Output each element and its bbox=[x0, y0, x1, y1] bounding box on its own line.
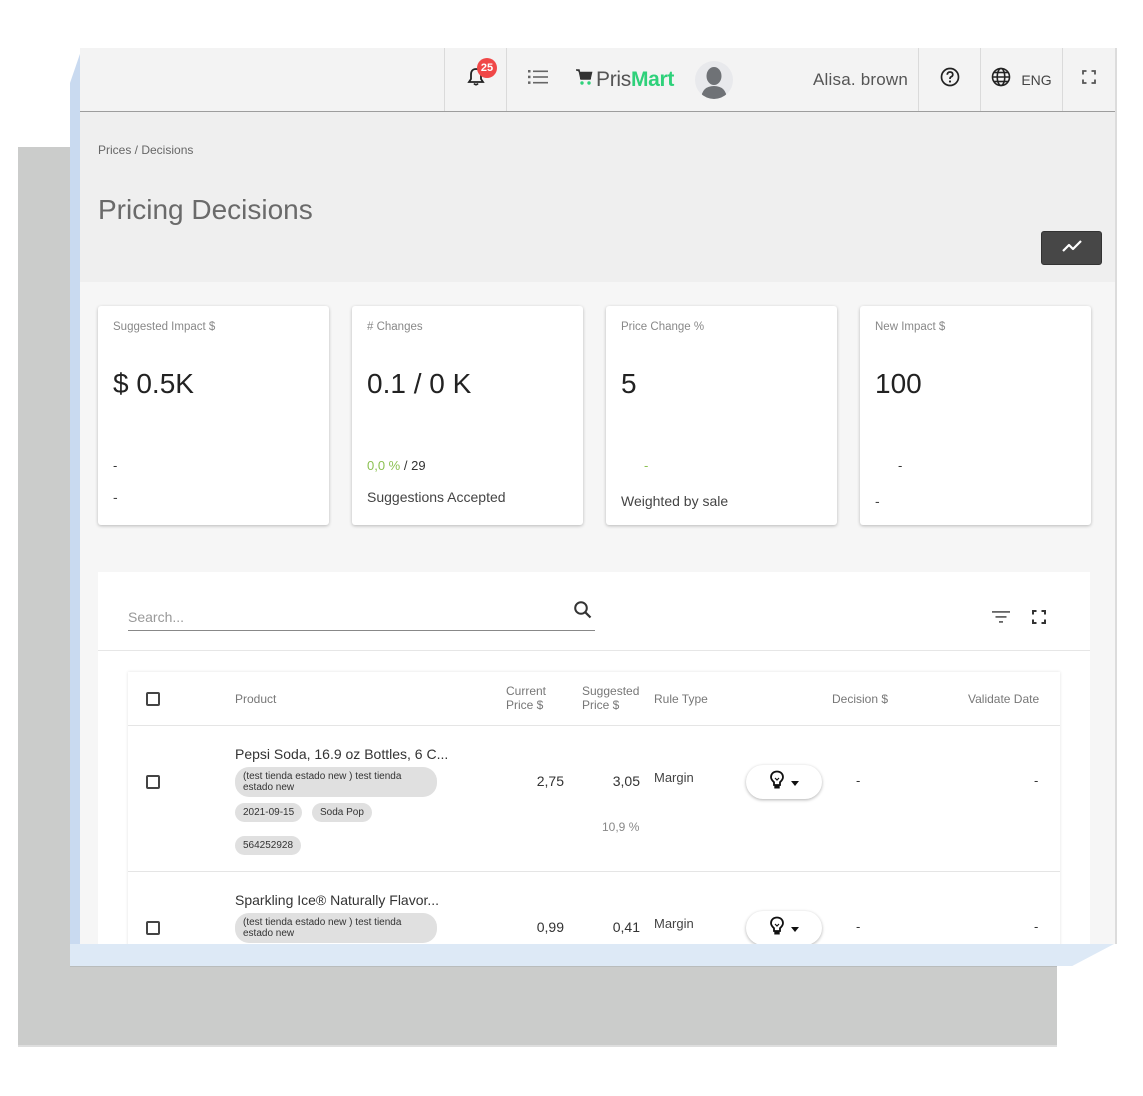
brand-name-prefix: Pris bbox=[596, 67, 631, 91]
search-input[interactable] bbox=[128, 606, 558, 628]
lightbulb-icon bbox=[769, 770, 785, 795]
kpi-card-changes: # Changes 0.1 / 0 K 0,0 % / 29 Suggestio… bbox=[352, 306, 583, 525]
suggested-price: 3,05 bbox=[612, 773, 640, 789]
store-tag: (test tienda estado new ) test tienda es… bbox=[235, 767, 437, 797]
kpi-sub: - bbox=[898, 458, 903, 473]
notifications-button[interactable]: 25 bbox=[445, 48, 507, 111]
current-price: 0,99 bbox=[536, 919, 564, 935]
product-name[interactable]: Sparkling Ice® Naturally Flavor... bbox=[235, 892, 439, 908]
user-avatar-button[interactable] bbox=[689, 48, 739, 111]
language-selector[interactable]: ENG bbox=[981, 48, 1063, 111]
kpi-card-suggested-impact: Suggested Impact $ $ 0.5K - - bbox=[98, 306, 329, 525]
trend-chart-button[interactable] bbox=[1041, 231, 1102, 265]
caret-down-icon bbox=[791, 773, 799, 791]
validate-date-value: - bbox=[1034, 919, 1039, 934]
caret-down-icon bbox=[791, 919, 799, 937]
kpi-card-new-impact: New Impact $ 100 - - bbox=[860, 306, 1091, 525]
user-menu[interactable]: Alisa. brown bbox=[739, 48, 919, 111]
fullscreen-button[interactable] bbox=[1063, 48, 1115, 111]
kpi-sub: - bbox=[113, 458, 118, 473]
kpi-sub-highlight: - bbox=[644, 458, 649, 473]
kpi-caption: Suggestions Accepted bbox=[367, 489, 506, 505]
help-button[interactable] bbox=[919, 48, 981, 111]
language-label: ENG bbox=[1021, 71, 1052, 88]
help-icon bbox=[940, 67, 960, 92]
row-checkbox[interactable] bbox=[146, 921, 160, 935]
rule-type: Margin bbox=[654, 770, 694, 785]
user-name: Alisa. brown bbox=[813, 69, 908, 89]
kpi-value: 100 bbox=[875, 368, 922, 399]
column-header-product[interactable]: Product bbox=[235, 692, 276, 706]
panel-divider bbox=[98, 650, 1090, 651]
table-header: Product Current Price $ Suggested Price $ … bbox=[128, 672, 1060, 726]
breadcrumb: Prices / Decisions bbox=[98, 143, 194, 157]
row-checkbox[interactable] bbox=[146, 775, 160, 789]
filter-icon[interactable] bbox=[991, 610, 1011, 629]
kpi-label: New Impact $ bbox=[875, 321, 946, 333]
search-field bbox=[128, 600, 595, 631]
brand-name-suffix: Mart bbox=[630, 67, 675, 91]
kpi-caption: - bbox=[875, 493, 880, 509]
decision-value: - bbox=[856, 919, 861, 934]
column-header-current-price[interactable]: Current Price $ bbox=[506, 684, 546, 712]
app-window: 25 Pris Mart Alisa. brown ENG Prices / D… bbox=[80, 48, 1117, 944]
product-name[interactable]: Pepsi Soda, 16.9 oz Bottles, 6 C... bbox=[235, 746, 448, 762]
kpi-value: 0.1 / 0 K bbox=[367, 368, 472, 399]
store-tag: (test tienda estado new ) test tienda es… bbox=[235, 913, 437, 943]
avatar bbox=[695, 60, 733, 99]
date-tag: 2021-09-15 bbox=[235, 803, 303, 822]
decisions-table-panel: Product CurrentPrice $ SuggestedPrice $ … bbox=[98, 572, 1090, 944]
select-all-checkbox[interactable] bbox=[146, 692, 160, 706]
kpi-caption: - bbox=[113, 489, 118, 505]
kpi-label: Price Change % bbox=[621, 321, 705, 333]
kpi-value: 5 bbox=[621, 368, 637, 399]
cart-icon bbox=[575, 68, 593, 92]
price-change-percent: 10,9 % bbox=[602, 820, 640, 834]
top-bar: 25 Pris Mart Alisa. brown ENG bbox=[80, 48, 1115, 112]
column-header-suggested-price[interactable]: Suggested Price $ bbox=[582, 684, 639, 712]
kpi-sub: / 29 bbox=[400, 458, 426, 473]
suggested-price: 0,41 bbox=[612, 919, 640, 935]
column-header-decision[interactable]: Decision $ bbox=[832, 692, 888, 706]
decision-value: - bbox=[856, 773, 861, 788]
notifications-badge: 25 bbox=[477, 58, 497, 78]
brand-logo[interactable]: Pris Mart bbox=[569, 48, 689, 111]
backdrop-blue-base bbox=[70, 944, 1114, 966]
kpi-value: $ 0.5K bbox=[113, 368, 194, 399]
column-header-validate-date[interactable]: Validate Date bbox=[968, 692, 1039, 706]
list-icon bbox=[528, 69, 548, 90]
validate-date-value: - bbox=[1034, 773, 1039, 788]
kpi-label: # Changes bbox=[367, 321, 423, 333]
menu-button[interactable] bbox=[507, 48, 569, 111]
kpi-sub-highlight: 0,0 % bbox=[367, 458, 401, 473]
decisions-table: Product Current Price $ Suggested Price $ … bbox=[128, 672, 1060, 944]
table-row[interactable]: Pepsi Soda, 16.9 oz Bottles, 6 C... (tes… bbox=[128, 726, 1060, 872]
table-row[interactable]: Sparkling Ice® Naturally Flavor... (test… bbox=[128, 872, 1060, 944]
expand-table-icon[interactable] bbox=[1032, 610, 1046, 629]
search-icon[interactable] bbox=[573, 600, 593, 625]
suggestion-action-button[interactable] bbox=[746, 765, 822, 799]
current-price: 2,75 bbox=[536, 773, 564, 789]
kpi-caption: Weighted by sale bbox=[621, 493, 729, 509]
category-tag: Soda Pop bbox=[312, 803, 372, 822]
fullscreen-icon bbox=[1082, 70, 1096, 89]
code-tag: 564252928 bbox=[235, 836, 302, 855]
trending-icon bbox=[1061, 239, 1083, 258]
globe-icon bbox=[991, 67, 1011, 92]
page-title: Pricing Decisions bbox=[98, 194, 313, 225]
suggestion-action-button[interactable] bbox=[746, 911, 822, 944]
column-header-rule-type[interactable]: Rule Type bbox=[654, 692, 708, 706]
kpi-label: Suggested Impact $ bbox=[113, 321, 216, 333]
lightbulb-icon bbox=[769, 916, 785, 941]
rule-type: Margin bbox=[654, 916, 694, 931]
kpi-card-price-change: Price Change % 5 - Weighted by sale bbox=[606, 306, 837, 525]
